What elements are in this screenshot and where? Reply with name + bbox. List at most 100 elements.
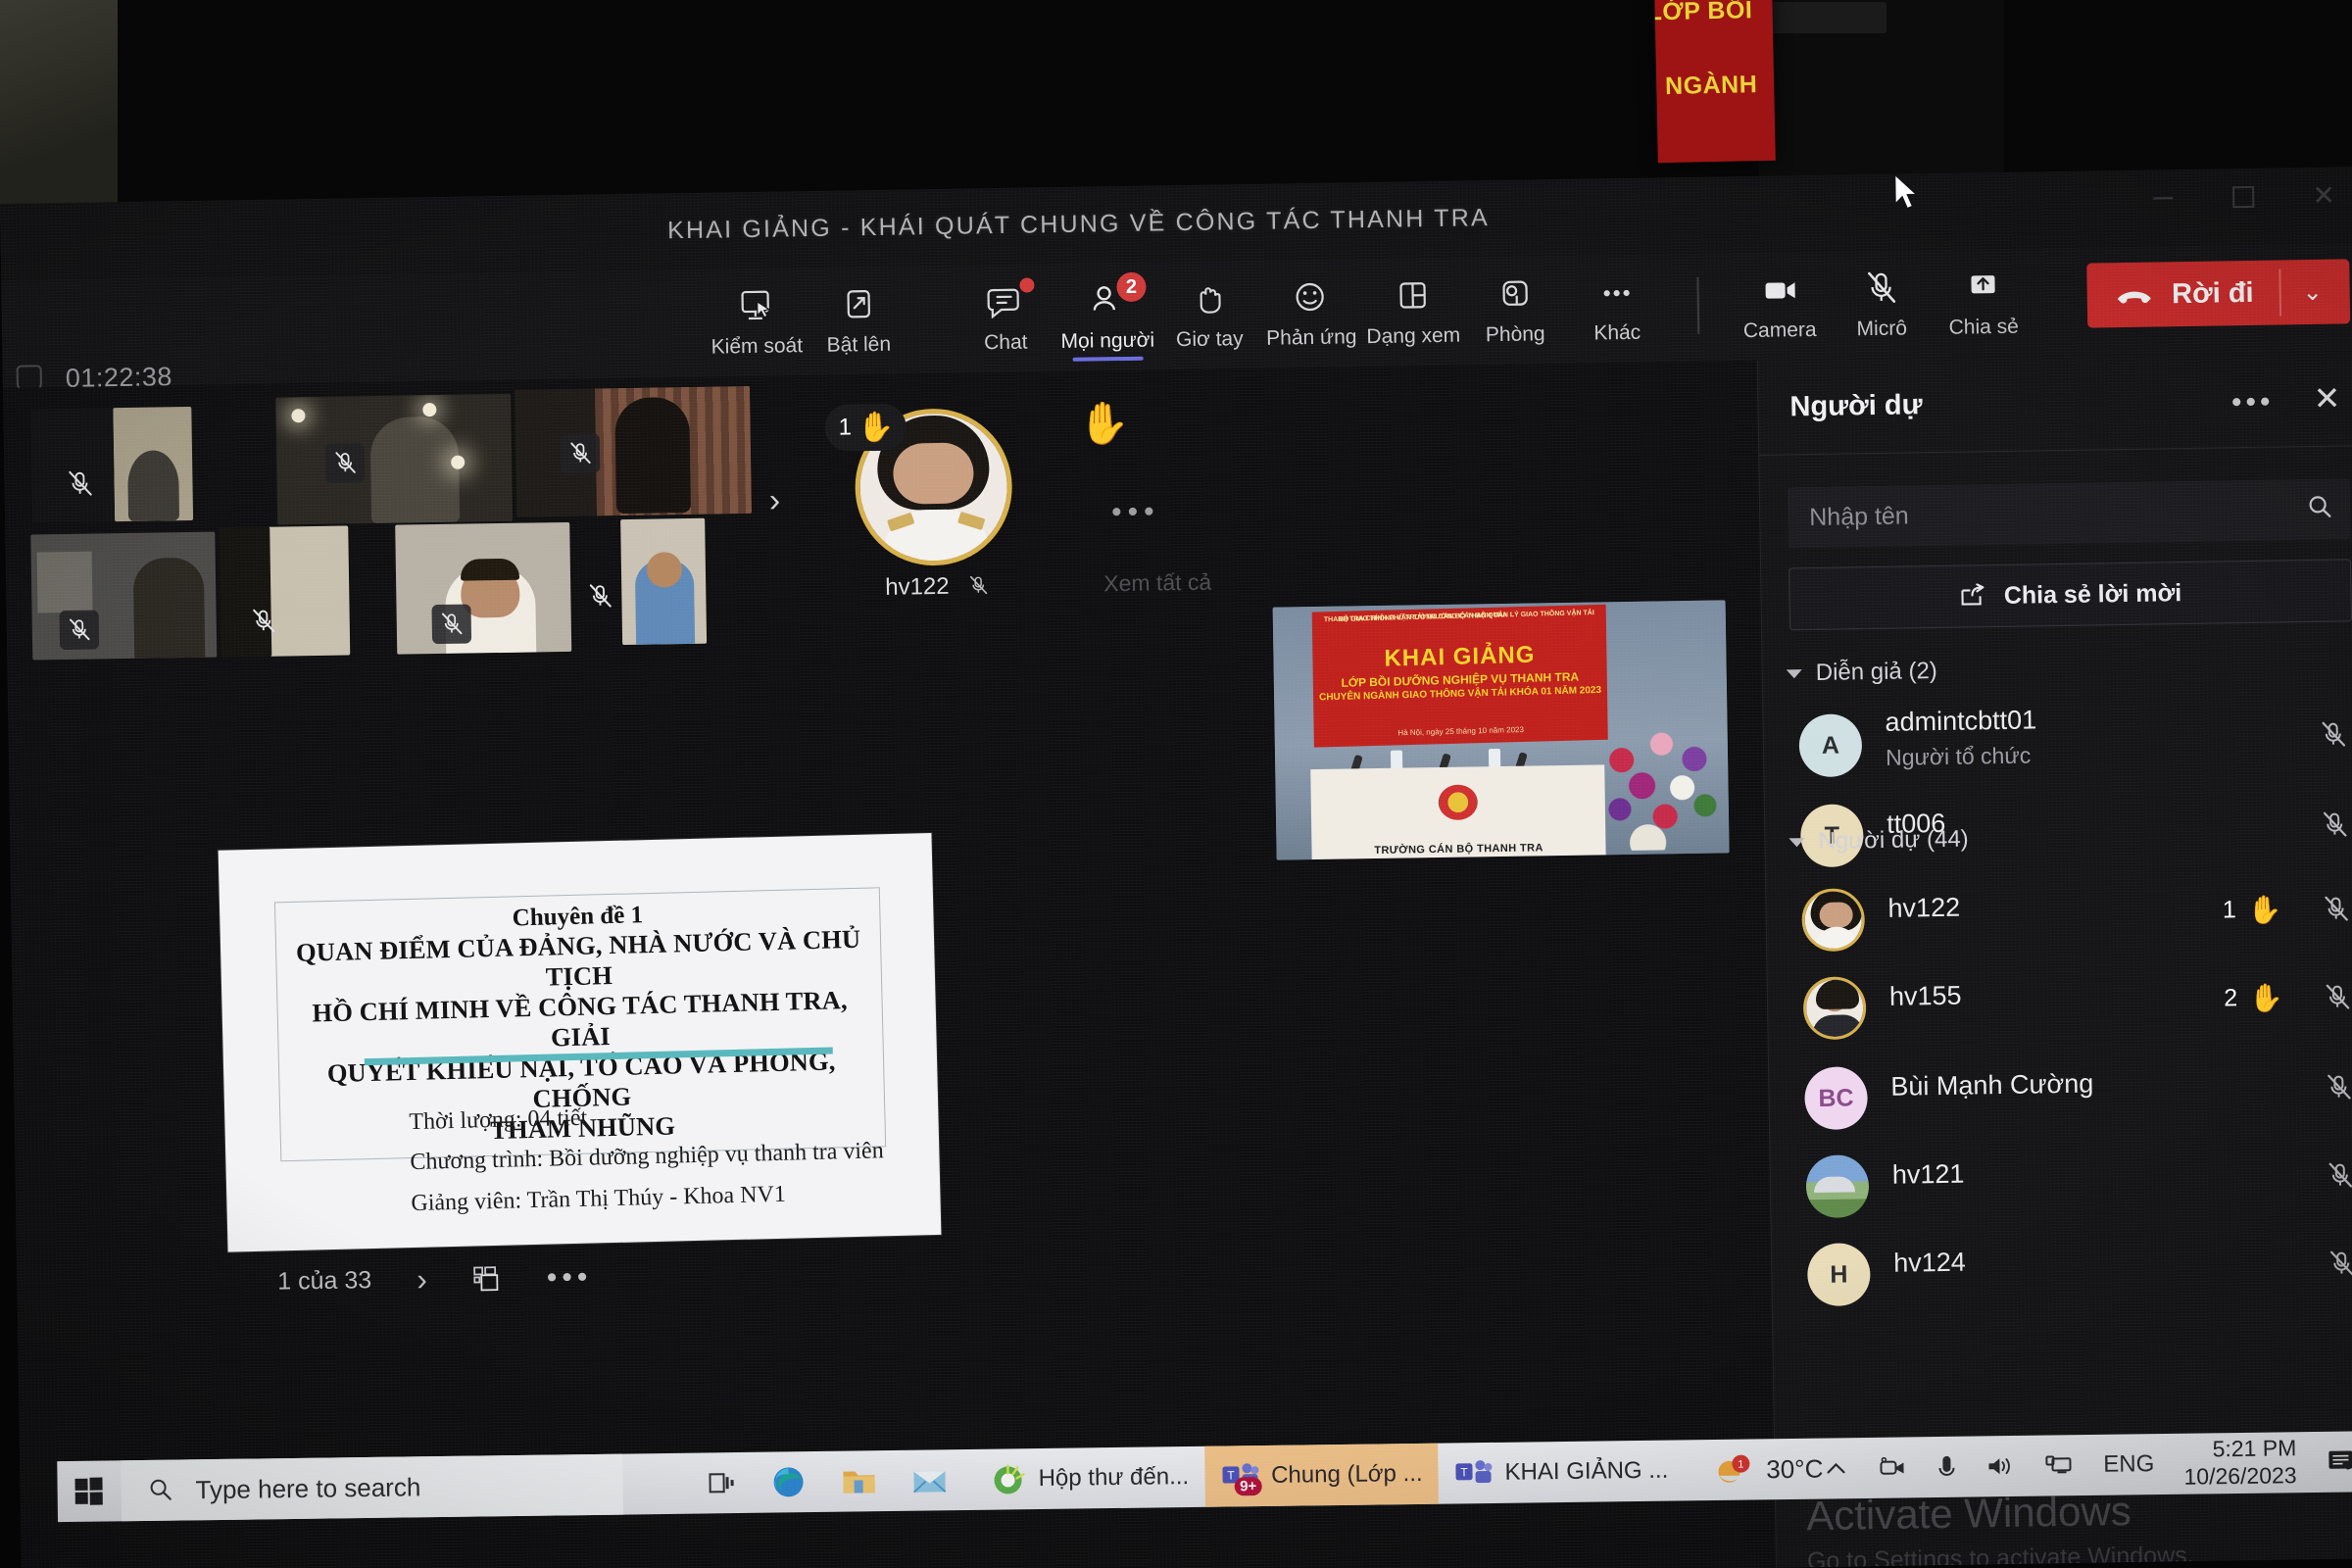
microphone-icon[interactable]	[1936, 1454, 1956, 1480]
muted-mic-icon	[2323, 982, 2352, 1015]
panel-more-options[interactable]: •••	[2231, 386, 2275, 420]
podium-text: TRƯỜNG CÁN BỘ THANH TRA	[1374, 842, 1544, 858]
search-icon	[148, 1478, 173, 1503]
webcam-icon[interactable]	[1878, 1455, 1907, 1479]
participant-row[interactable]: BC Bùi Mạnh Cường	[1769, 1049, 2352, 1149]
taskbar-search[interactable]: Type here to search	[121, 1453, 624, 1522]
taskbar-app-zalo[interactable]: Hộp thư đến...	[973, 1446, 1204, 1510]
toolbar-label: Dạng xem	[1366, 323, 1461, 349]
toolbar-button-khac[interactable]: Khác	[1565, 260, 1668, 346]
toolbar-right-group: Rời đi ⌄	[2060, 253, 2351, 328]
toolbar-button-phan-ung[interactable]: Phản ứng	[1259, 265, 1362, 351]
clock-date: 10/26/2023	[2183, 1462, 2297, 1490]
group-header-attendees[interactable]: Người dự (44)	[1788, 826, 1969, 857]
room-camera-feed[interactable]: THANH TRA CHÍNH PHỦ TRƯỜNG CÁN BỘ THANH …	[1272, 600, 1730, 860]
chevron-down-icon	[1788, 837, 1805, 847]
toolbar-button-kiem-soat[interactable]: Kiểm soát	[705, 273, 808, 360]
windows-start-icon[interactable]	[57, 1476, 121, 1506]
shared-slide[interactable]: Chuyên đề 1 QUAN ĐIỂM CỦA ĐẢNG, NHÀ NƯỚC…	[218, 832, 942, 1252]
toolbar-label: Khác	[1593, 320, 1642, 345]
avatar-hair	[1815, 979, 1860, 1009]
language-indicator[interactable]: ENG	[2103, 1450, 2154, 1479]
slide-body: Thời lượng: 04 tiết Chương trình: Bồi dư…	[409, 1091, 885, 1224]
share-invite-label: Chia sẻ lời mời	[2003, 578, 2182, 610]
close-panel-button[interactable]: ✕	[2313, 379, 2340, 417]
poster-line-2: I NGÀNH	[1654, 70, 1758, 100]
group-label: Diễn giả (2)	[1815, 658, 1938, 686]
close-window-button[interactable]: ✕	[2311, 180, 2336, 211]
task-view-icon[interactable]	[705, 1468, 736, 1497]
mail-icon[interactable]	[910, 1464, 948, 1495]
minimize-button[interactable]	[2150, 187, 2176, 209]
video-tile[interactable]	[620, 517, 708, 646]
participant-row[interactable]: A admintcbtt01 Người tổ chức	[1763, 696, 2352, 796]
toolbar-button-micro[interactable]: Micrô	[1830, 256, 1933, 342]
spotlight-name-row: hv122	[819, 571, 1054, 603]
toolbar-button-gio-tay[interactable]: Giơ tay	[1157, 267, 1260, 353]
volume-icon[interactable]	[1985, 1454, 2015, 1478]
meeting-stage: › 1 ✋ hv122 ✋ ••• Xem tất cả THANH TRA C…	[2, 360, 1777, 1568]
network-icon[interactable]	[2044, 1453, 2074, 1477]
leave-options-chevron[interactable]: ⌄	[2280, 277, 2344, 307]
panel-header: Người dự ••• ✕	[1758, 351, 2352, 455]
edge-browser-icon[interactable]	[769, 1463, 807, 1500]
more-ellipsis-icon[interactable]: •••	[1111, 495, 1160, 529]
video-tile[interactable]	[514, 386, 753, 517]
toolbar-button-moi-nguoi[interactable]: 2 Mọi người	[1055, 268, 1158, 362]
toolbar-label: Bật lên	[826, 332, 892, 357]
participant-row[interactable]: H hv124	[1772, 1225, 2352, 1325]
muted-mic-icon	[431, 604, 472, 645]
taskbar-clock[interactable]: 5:21 PM 10/26/2023	[2183, 1436, 2297, 1492]
muted-mic-icon	[2320, 809, 2350, 843]
participant-row[interactable]: hv121	[1770, 1137, 2352, 1237]
avatar-initials: H	[1830, 1260, 1848, 1289]
chevron-up-icon[interactable]	[1823, 1458, 1848, 1478]
taskbar-search-placeholder: Type here to search	[195, 1471, 421, 1504]
toolbar-button-chia-se[interactable]: Chia sẻ	[1932, 254, 2034, 340]
participant-name: hv122	[885, 572, 950, 601]
video-tile[interactable]	[30, 408, 116, 523]
toolbar-button-camera[interactable]: Camera	[1728, 258, 1831, 344]
muted-mic-icon	[2327, 1249, 2352, 1282]
toolbar-button-phong[interactable]: Phòng	[1463, 262, 1566, 348]
podium-table: TRƯỜNG CÁN BỘ THANH TRA	[1310, 764, 1606, 860]
camera-icon	[1728, 266, 1831, 317]
participant-row[interactable]: hv122 1 ✋	[1766, 870, 2352, 970]
participant-row[interactable]: hv155 2 ✋	[1767, 958, 2352, 1058]
slide-more-options[interactable]: •••	[547, 1260, 593, 1295]
toolbar-divider	[1696, 276, 1700, 334]
muted-mic-icon	[586, 582, 620, 616]
toolbar-button-dang-xem[interactable]: Dạng xem	[1361, 264, 1464, 350]
search-input[interactable]	[1787, 478, 2351, 549]
system-tray: ENG 5:21 PM 10/26/2023	[1823, 1434, 2352, 1495]
taskbar-app-khai-giang[interactable]: T KHAI GIẢNG ...	[1438, 1440, 1684, 1503]
participant-search[interactable]	[1787, 478, 2351, 549]
taskbar-pinned	[705, 1461, 948, 1501]
maximize-button[interactable]	[2230, 186, 2256, 208]
toolbar-button-bat-len[interactable]: Bật lên	[807, 271, 909, 358]
see-all-tile[interactable]: ✋ ••• Xem tất cả	[1056, 376, 1256, 614]
filmstrip-next-button[interactable]: ›	[769, 482, 781, 520]
emblem-icon	[1438, 784, 1479, 821]
slide-layout-icon[interactable]	[472, 1265, 502, 1293]
participant-name: Bùi Mạnh Cường	[1890, 1068, 2094, 1102]
action-center-icon[interactable]	[2326, 1446, 2352, 1476]
raise-count: 1	[838, 414, 853, 441]
video-tile[interactable]	[395, 521, 572, 655]
spotlight-tile-hv122[interactable]: 1 ✋ hv122	[816, 379, 1055, 618]
share-invite-button[interactable]: Chia sẻ lời mời	[1788, 559, 2352, 631]
video-tile[interactable]	[275, 393, 514, 525]
file-explorer-icon[interactable]	[840, 1464, 877, 1497]
taskbar-weather[interactable]: 1 30°C	[1713, 1451, 1824, 1488]
avatar: BC	[1804, 1066, 1869, 1131]
group-header-speakers[interactable]: Diễn giả (2)	[1786, 658, 1938, 687]
next-slide-button[interactable]: ›	[416, 1261, 427, 1298]
video-tile[interactable]	[113, 406, 194, 522]
view-layout-icon	[1361, 271, 1464, 322]
video-tile[interactable]	[30, 531, 218, 661]
leave-meeting-button[interactable]: Rời đi	[2093, 276, 2279, 312]
toolbar-button-chat[interactable]: Chat	[954, 270, 1056, 356]
search-icon	[2307, 494, 2332, 519]
taskbar-app-chung-lop[interactable]: T 9+ Chung (Lớp ...	[1203, 1443, 1440, 1507]
raised-hand-badge: 2 ✋	[2224, 982, 2283, 1015]
